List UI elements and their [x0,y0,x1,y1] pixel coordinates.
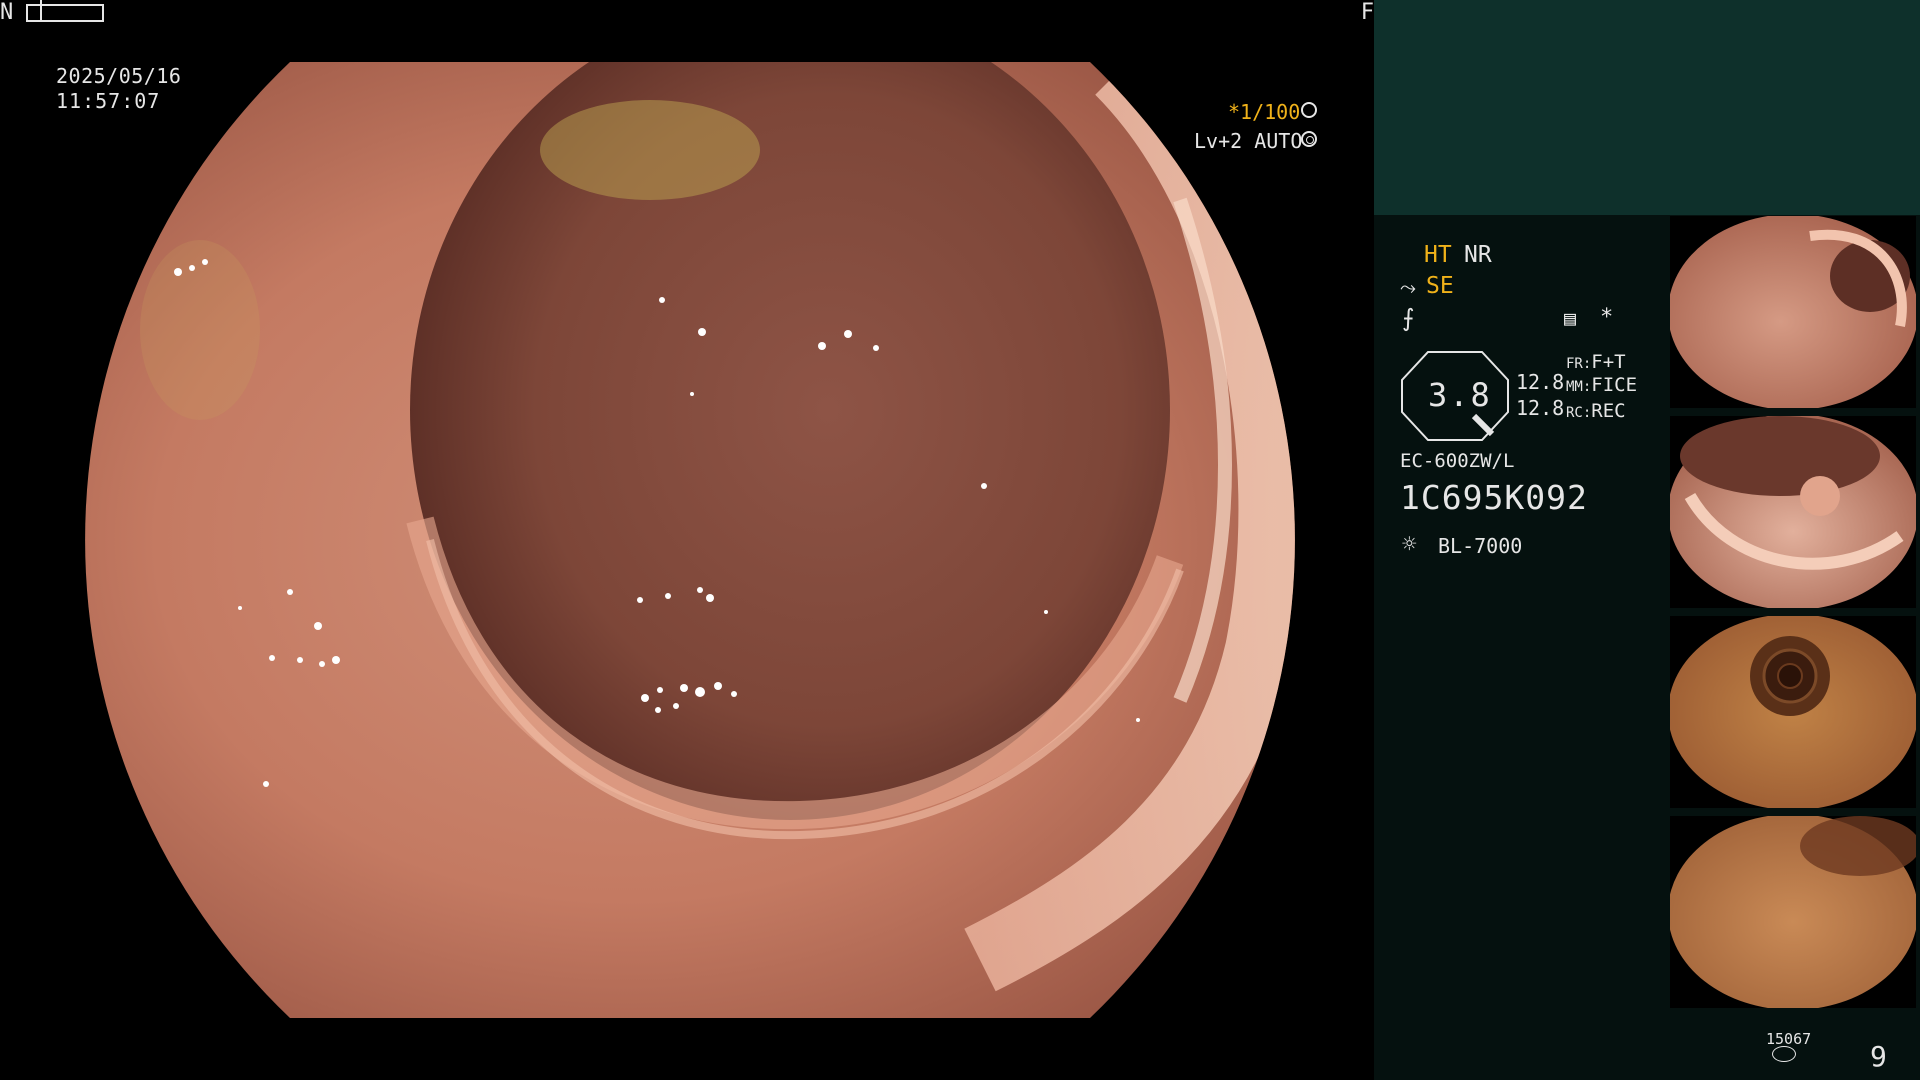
brightness-level: Lv+2 AUTO [1194,129,1303,153]
capture-thumbnail[interactable] [1670,416,1916,608]
image-count: 15067 [1766,1030,1812,1048]
capture-thumbnail[interactable] [1670,816,1916,1008]
rc-value: REC [1591,400,1626,422]
nr-indicator: NR [1464,242,1492,268]
shutter-speed: *1/100 [1228,100,1301,124]
zoom-value: 3.8 [1428,376,1492,414]
time-readout: 11:57:07 [56,89,161,113]
light-source-model: BL-7000 [1438,534,1523,558]
endoscopic-image [85,62,1295,1018]
storage-icon [1772,1046,1796,1062]
focus-bar [26,4,104,22]
auto-iris-icon [1301,131,1317,147]
shutter-icon [1301,102,1317,118]
page-number: 9 [1870,1040,1887,1073]
capture-thumbnail[interactable] [1670,616,1916,808]
ht-indicator: HT [1424,242,1452,268]
capture-thumbnail[interactable] [1670,216,1916,408]
mm-label: MM: [1566,379,1592,395]
setting-value-1: 12.8 [1516,370,1565,394]
star-indicator: * [1600,305,1614,330]
focus-far-label: F [1360,0,1374,25]
se-indicator: SE [1426,273,1454,299]
mm-value: FICE [1591,374,1638,396]
focus-marker [40,0,42,20]
focus-near-label: N [0,0,14,25]
fr-label: FR: [1566,356,1592,372]
fr-value: F+T [1591,351,1626,373]
info-panel: HT NR ⤳ SE ⨍ ▤ * 3.8 12.8 12.8 FR:F+T MM… [1374,0,1920,1080]
endoscope-view: 2025/05/16 11:57:07 N F *1/100 Lv+2 AUTO [0,0,1374,1080]
tone-curve-icon: ⨍ [1402,304,1415,332]
date-readout: 2025/05/16 [56,64,182,88]
mm-setting: MM:FICE [1566,374,1637,396]
scope-model: EC-600ZW/L [1400,450,1515,472]
rc-label: RC: [1566,405,1592,421]
scope-serial: 1C695K092 [1400,478,1588,517]
rc-setting: RC:REC [1566,400,1626,422]
setting-value-2: 12.8 [1516,396,1565,420]
panel-header [1374,0,1920,215]
fr-setting: FR:F+T [1566,351,1626,373]
light-source-icon: ☼ [1402,530,1417,558]
structure-enhance-icon: ⤳ [1400,275,1416,299]
grid-icon: ▤ [1564,306,1577,330]
